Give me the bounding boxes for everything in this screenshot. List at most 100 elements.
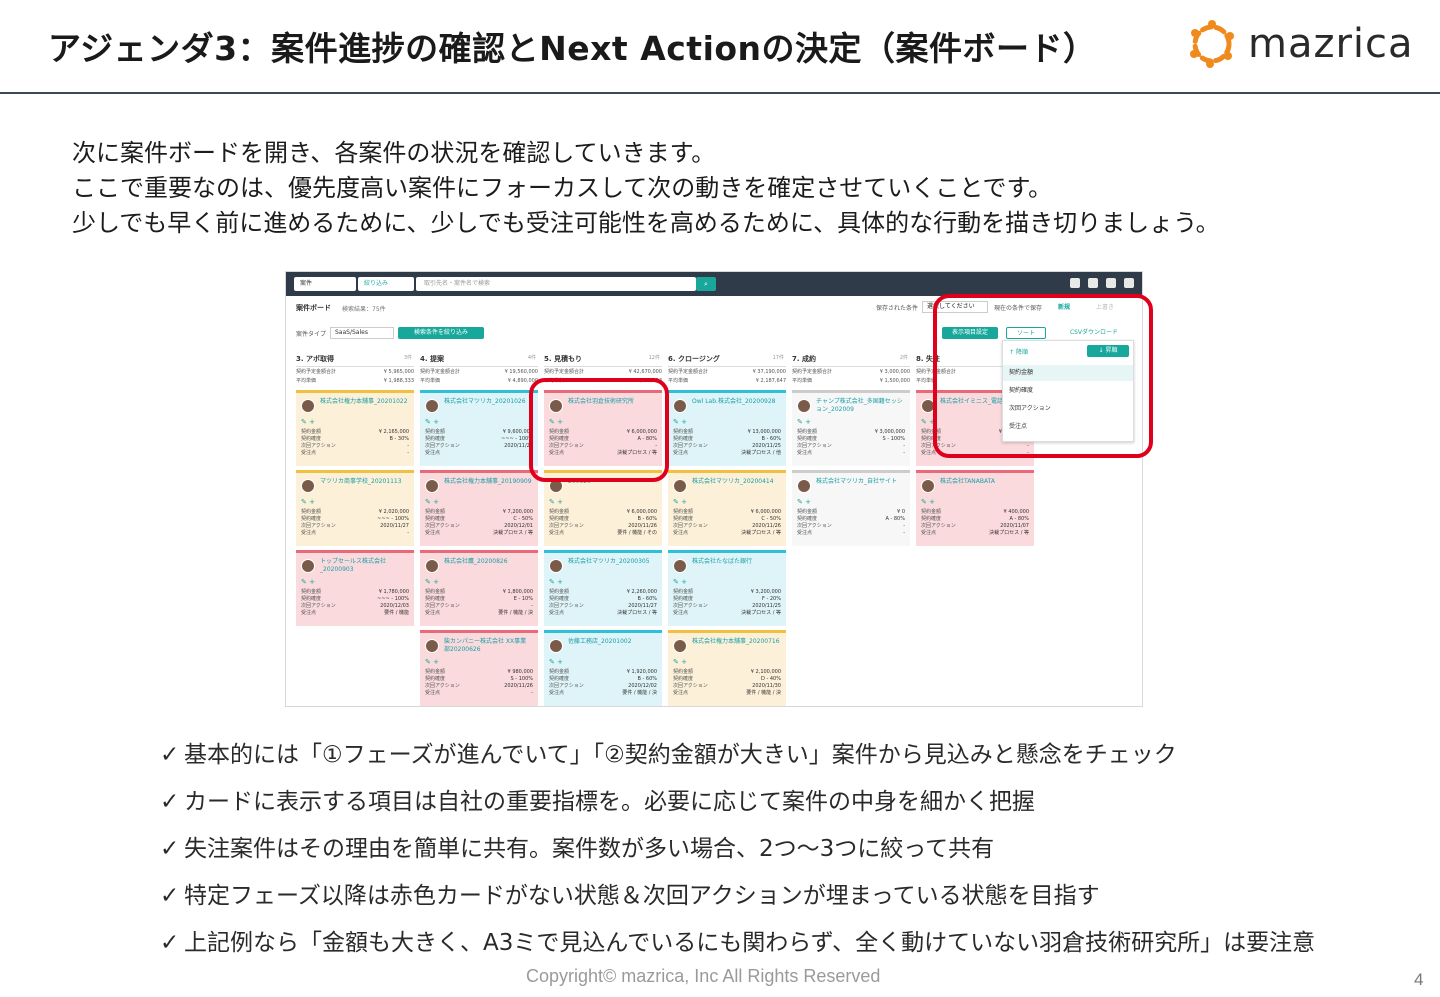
field-value: B - 30% — [389, 436, 409, 442]
field-value: B - 60% — [761, 436, 781, 442]
deal-card[interactable]: トップセールス株式会社_20200903 ✎ + 契約金額 ¥ 1,780,000 契約… — [296, 550, 414, 626]
deal-card[interactable]: 株式会社マツリカ_20200414 ✎ + 契約金額 ¥ 6,000,000 契約確度 C… — [668, 470, 786, 546]
mazrica-logo-icon — [1190, 20, 1234, 68]
deal-card[interactable]: 株式会社マツリカ_20200305 ✎ + 契約金額 ¥ 2,260,000 契約確度 B… — [544, 550, 662, 626]
field-value: B - 60% — [637, 676, 657, 682]
deal-card[interactable]: 株式会社権力本舗事_20200716 ✎ + 契約金額 ¥ 2,100,000 契約確度… — [668, 630, 786, 706]
deal-name[interactable]: 株式会社マツリカ_20201026 — [444, 398, 532, 406]
deal-card[interactable]: マツリカ商事学校_20201113 ✎ + 契約金額 ¥ 2,020,000 契約確度 ~… — [296, 470, 414, 546]
bullet-text: 失注案件はその理由を簡単に共有。案件数が多い場合、2つ〜3つに絞って共有 — [184, 836, 995, 862]
deal-name[interactable]: 株式会社鷹_20200826 — [444, 558, 532, 566]
edit-icon[interactable]: ✎ + — [673, 418, 687, 426]
chart-icon[interactable] — [1070, 278, 1080, 288]
deal-card[interactable]: 佐藤工務店_20201002 ✎ + 契約金額 ¥ 1,920,000 契約確度 B - … — [544, 630, 662, 706]
edit-icon[interactable]: ✎ + — [797, 418, 811, 426]
highlight-ring-card — [529, 378, 669, 482]
field-label: 受注点 — [673, 450, 689, 456]
deal-card[interactable]: 株式会社権力本舗事_20190909 ✎ + 契約金額 ¥ 7,200,000 契約確度… — [420, 470, 538, 546]
deal-name[interactable]: マツリカ商事学校_20201113 — [320, 478, 408, 486]
deal-card[interactable]: 株式会社TANABATA ✎ + 契約金額 ¥ 400,000 契約確度 A - 80% 次… — [916, 470, 1034, 546]
field-label: 次回アクション — [425, 443, 460, 449]
search-condition-button[interactable]: 検索条件を絞り込み — [398, 327, 484, 339]
deal-name[interactable]: 株式会社権力本舗事_20190909 — [444, 478, 532, 486]
field-value: ¥ 1,920,000 — [626, 669, 657, 675]
field-value: ¥ 400,000 — [1003, 509, 1029, 515]
column-summary: 契約予定金額合計 ¥ 5,965,000 平均単価 ¥ 1,988,333 — [296, 368, 414, 386]
avatar — [673, 639, 687, 653]
avatar — [425, 559, 439, 573]
field-label: 次回アクション — [549, 523, 584, 529]
deal-card[interactable]: 株式会社権力本舗事_20201022 ✎ + 契約金額 ¥ 2,165,000 契約確度… — [296, 390, 414, 466]
deal-card[interactable]: 柴カンパニー株式会社 XX事業部20200626 ✎ + 契約金額 ¥ 980,000… — [420, 630, 538, 706]
deal-card[interactable]: 株式会社鷹_20200826 ✎ + 契約金額 ¥ 1,800,000 契約確度 E - … — [420, 550, 538, 626]
field-value: 2020/11/25 — [752, 603, 781, 609]
deal-name[interactable]: 佐藤工務店_20201002 — [568, 638, 656, 646]
edit-icon[interactable]: ✎ + — [549, 578, 563, 586]
edit-icon[interactable]: ✎ + — [549, 658, 563, 666]
deal-name[interactable]: 株式会社マツリカ_20200305 — [568, 558, 656, 566]
card-fields: 契約金額 ¥ 2,020,000 契約確度 ~~~ - 100% 次回アクション 2020… — [301, 509, 409, 537]
bullet-item: ✓ 特定フェーズ以降は赤色カードがない状態＆次回アクションが埋まっている状態を目指… — [160, 877, 1315, 924]
deal-card[interactable]: 株式会社マツリカ_自社サイト ✎ + 契約金額 ¥ 0 契約確度 A - 80% 次回アクシ… — [792, 470, 910, 546]
card-fields: 契約金額 ¥ 2,260,000 契約確度 B - 60% 次回アクション 2020/11… — [549, 589, 657, 617]
edit-icon[interactable]: ✎ + — [797, 498, 811, 506]
card-fields: 契約金額 ¥ 400,000 契約確度 A - 80% 次回アクション 2020/11/0… — [921, 509, 1029, 537]
edit-icon[interactable]: ✎ + — [673, 578, 687, 586]
user-icon[interactable] — [1106, 278, 1116, 288]
deal-card[interactable]: チャンプ株式会社_多国籍セッション_202009 ✎ + 契約金額 ¥ 3,000,0… — [792, 390, 910, 466]
entity-select[interactable]: 案件 — [294, 277, 356, 291]
deal-name[interactable]: 柴カンパニー株式会社 XX事業部20200626 — [444, 638, 532, 654]
field-label: 次回アクション — [549, 603, 584, 609]
field-label: 次回アクション — [301, 443, 336, 449]
edit-icon[interactable]: ✎ + — [301, 418, 315, 426]
edit-icon[interactable]: ✎ + — [301, 578, 315, 586]
grid-icon[interactable] — [1124, 278, 1134, 288]
field-label: 受注点 — [921, 530, 937, 536]
deal-name[interactable]: Owl Lab.株式会社_20200928 — [692, 398, 780, 406]
field-label: 契約金額 — [673, 429, 694, 435]
field-label: 次回アクション — [797, 523, 832, 529]
deal-name[interactable]: 株式会社マツリカ_自社サイト — [816, 478, 904, 486]
filter-button[interactable]: 絞り込み — [358, 277, 414, 291]
logo-text: mazrica — [1248, 21, 1414, 67]
deal-name[interactable]: 株式会社権力本舗事_20201022 — [320, 398, 408, 406]
edit-icon[interactable]: ✎ + — [673, 658, 687, 666]
deal-name[interactable]: 株式会社マツリカ_20200414 — [692, 478, 780, 486]
deal-card[interactable]: 株式会社たなばた銀行 ✎ + 契約金額 ¥ 3,200,000 契約確度 F - 20% 次… — [668, 550, 786, 626]
field-label: 契約金額 — [673, 509, 694, 515]
field-value: 要件 / 機能 — [384, 610, 409, 616]
home-icon[interactable] — [1088, 278, 1098, 288]
edit-icon[interactable]: ✎ + — [425, 658, 439, 666]
deal-type-select[interactable]: SaaS/Sales — [330, 327, 394, 339]
field-value: ¥ 6,000,000 — [750, 509, 781, 515]
field-label: 次回アクション — [301, 603, 336, 609]
deal-name[interactable]: 株式会社TANABATA — [940, 478, 1028, 486]
avg-value: ¥ 1,988,333 — [383, 378, 414, 384]
deal-card[interactable]: Owl Lab.株式会社_20200928 ✎ + 契約金額 ¥ 13,000,000… — [668, 390, 786, 466]
edit-icon[interactable]: ✎ + — [425, 578, 439, 586]
column-count: 4件 — [527, 355, 536, 361]
edit-icon[interactable]: ✎ + — [425, 498, 439, 506]
edit-icon[interactable]: ✎ + — [425, 418, 439, 426]
field-value: ¥ 1,800,000 — [502, 589, 533, 595]
column-summary: 契約予定金額合計 ¥ 37,190,000 平均単価 ¥ 2,187,647 — [668, 368, 786, 386]
deal-name[interactable]: 株式会社権力本舗事_20200716 — [692, 638, 780, 646]
search-icon[interactable]: ⌕ — [696, 277, 716, 291]
edit-icon[interactable]: ✎ + — [301, 498, 315, 506]
deal-card[interactable]: 株式会社マツリカ_20201026 ✎ + 契約金額 ¥ 9,600,000 契約確度 ~… — [420, 390, 538, 466]
edit-icon[interactable]: ✎ + — [921, 498, 935, 506]
column-header: 6. クロージング 17件 — [668, 354, 786, 367]
deal-name[interactable]: チャンプ株式会社_多国籍セッション_202009 — [816, 398, 904, 414]
field-value: ¥ 980,000 — [507, 669, 533, 675]
deal-name[interactable]: トップセールス株式会社_20200903 — [320, 558, 408, 574]
field-value: 2020/11/26 — [628, 523, 657, 529]
mazrica-logo: mazrica — [1186, 18, 1414, 70]
search-input[interactable]: 取引先名・案件名で検索 — [416, 277, 696, 291]
field-value: 2020/11/30 — [752, 683, 781, 689]
field-label: 受注点 — [797, 530, 813, 536]
deal-name[interactable]: 株式会社たなばた銀行 — [692, 558, 780, 566]
edit-icon[interactable]: ✎ + — [549, 498, 563, 506]
field-value: 決裁プロセス / 等 — [617, 610, 657, 616]
edit-icon[interactable]: ✎ + — [673, 498, 687, 506]
field-value: ¥ 3,000,000 — [874, 429, 905, 435]
